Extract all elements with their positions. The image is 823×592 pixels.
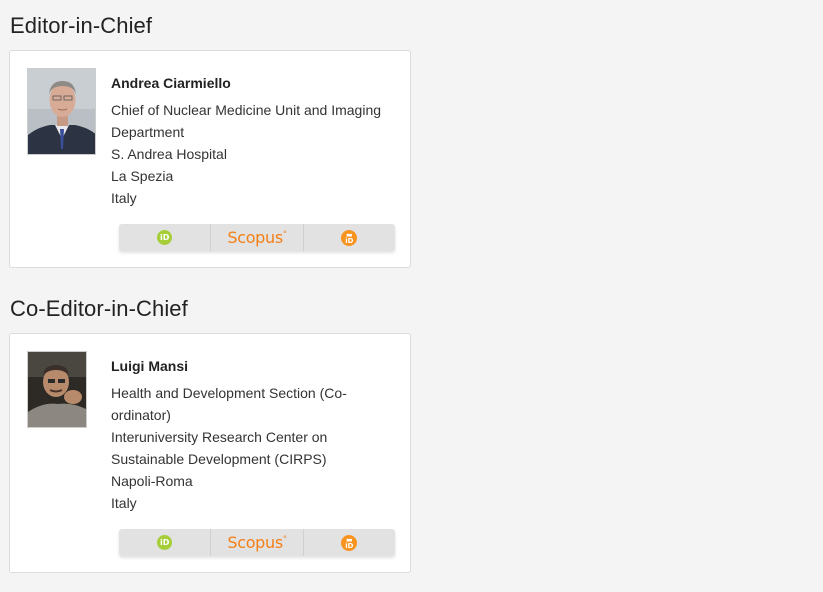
- city-line: La Spezia: [111, 168, 174, 184]
- avatar: [27, 68, 96, 155]
- person-info: Luigi Mansi Health and Development Secti…: [111, 355, 406, 514]
- orcid-icon: iD: [157, 535, 173, 550]
- scopus-link[interactable]: Scopus°: [211, 224, 304, 251]
- country-line: Italy: [111, 190, 137, 206]
- affiliation-line: Department: [111, 124, 185, 140]
- city-line: Napoli-Roma: [111, 473, 193, 489]
- scopus-logo: Scopus°: [227, 533, 287, 552]
- scopus-label: Scopus: [227, 533, 283, 552]
- affiliation-line: ordinator): [111, 407, 171, 423]
- scopus-link[interactable]: Scopus°: [211, 529, 304, 556]
- profile-links: iD Scopus° ▬ iD: [119, 529, 395, 556]
- orcid-link[interactable]: iD: [119, 529, 212, 556]
- affiliation-line: Sustainable Development (CIRPS): [111, 451, 327, 467]
- editor-card: Andrea Ciarmiello Chief of Nuclear Medic…: [9, 50, 411, 268]
- publons-icon: ▬ iD: [341, 229, 358, 246]
- person-name: Luigi Mansi: [111, 358, 188, 374]
- country-line: Italy: [111, 495, 137, 511]
- affiliation-line: S. Andrea Hospital: [111, 146, 227, 162]
- orcid-icon: iD: [157, 230, 173, 245]
- avatar: [27, 351, 87, 428]
- publons-link[interactable]: ▬ iD: [304, 224, 395, 251]
- profile-links: iD Scopus° ▬ iD: [119, 224, 395, 251]
- section-title-editor-in-chief: Editor-in-Chief: [10, 13, 153, 38]
- publons-icon: ▬ iD: [341, 534, 358, 551]
- affiliation-line: Chief of Nuclear Medicine Unit and Imagi…: [111, 102, 382, 118]
- scopus-label: Scopus: [227, 228, 283, 247]
- co-editor-card: Luigi Mansi Health and Development Secti…: [9, 333, 411, 573]
- publons-link[interactable]: ▬ iD: [304, 529, 395, 556]
- person-info: Andrea Ciarmiello Chief of Nuclear Medic…: [111, 72, 406, 209]
- affiliation-line: Health and Development Section (Co-: [111, 385, 347, 401]
- section-title-co-editor-in-chief: Co-Editor-in-Chief: [10, 296, 188, 321]
- affiliation-line: Interuniversity Research Center on: [111, 429, 328, 445]
- orcid-link[interactable]: iD: [119, 224, 212, 251]
- person-name: Andrea Ciarmiello: [111, 75, 231, 91]
- scopus-logo: Scopus°: [227, 228, 287, 247]
